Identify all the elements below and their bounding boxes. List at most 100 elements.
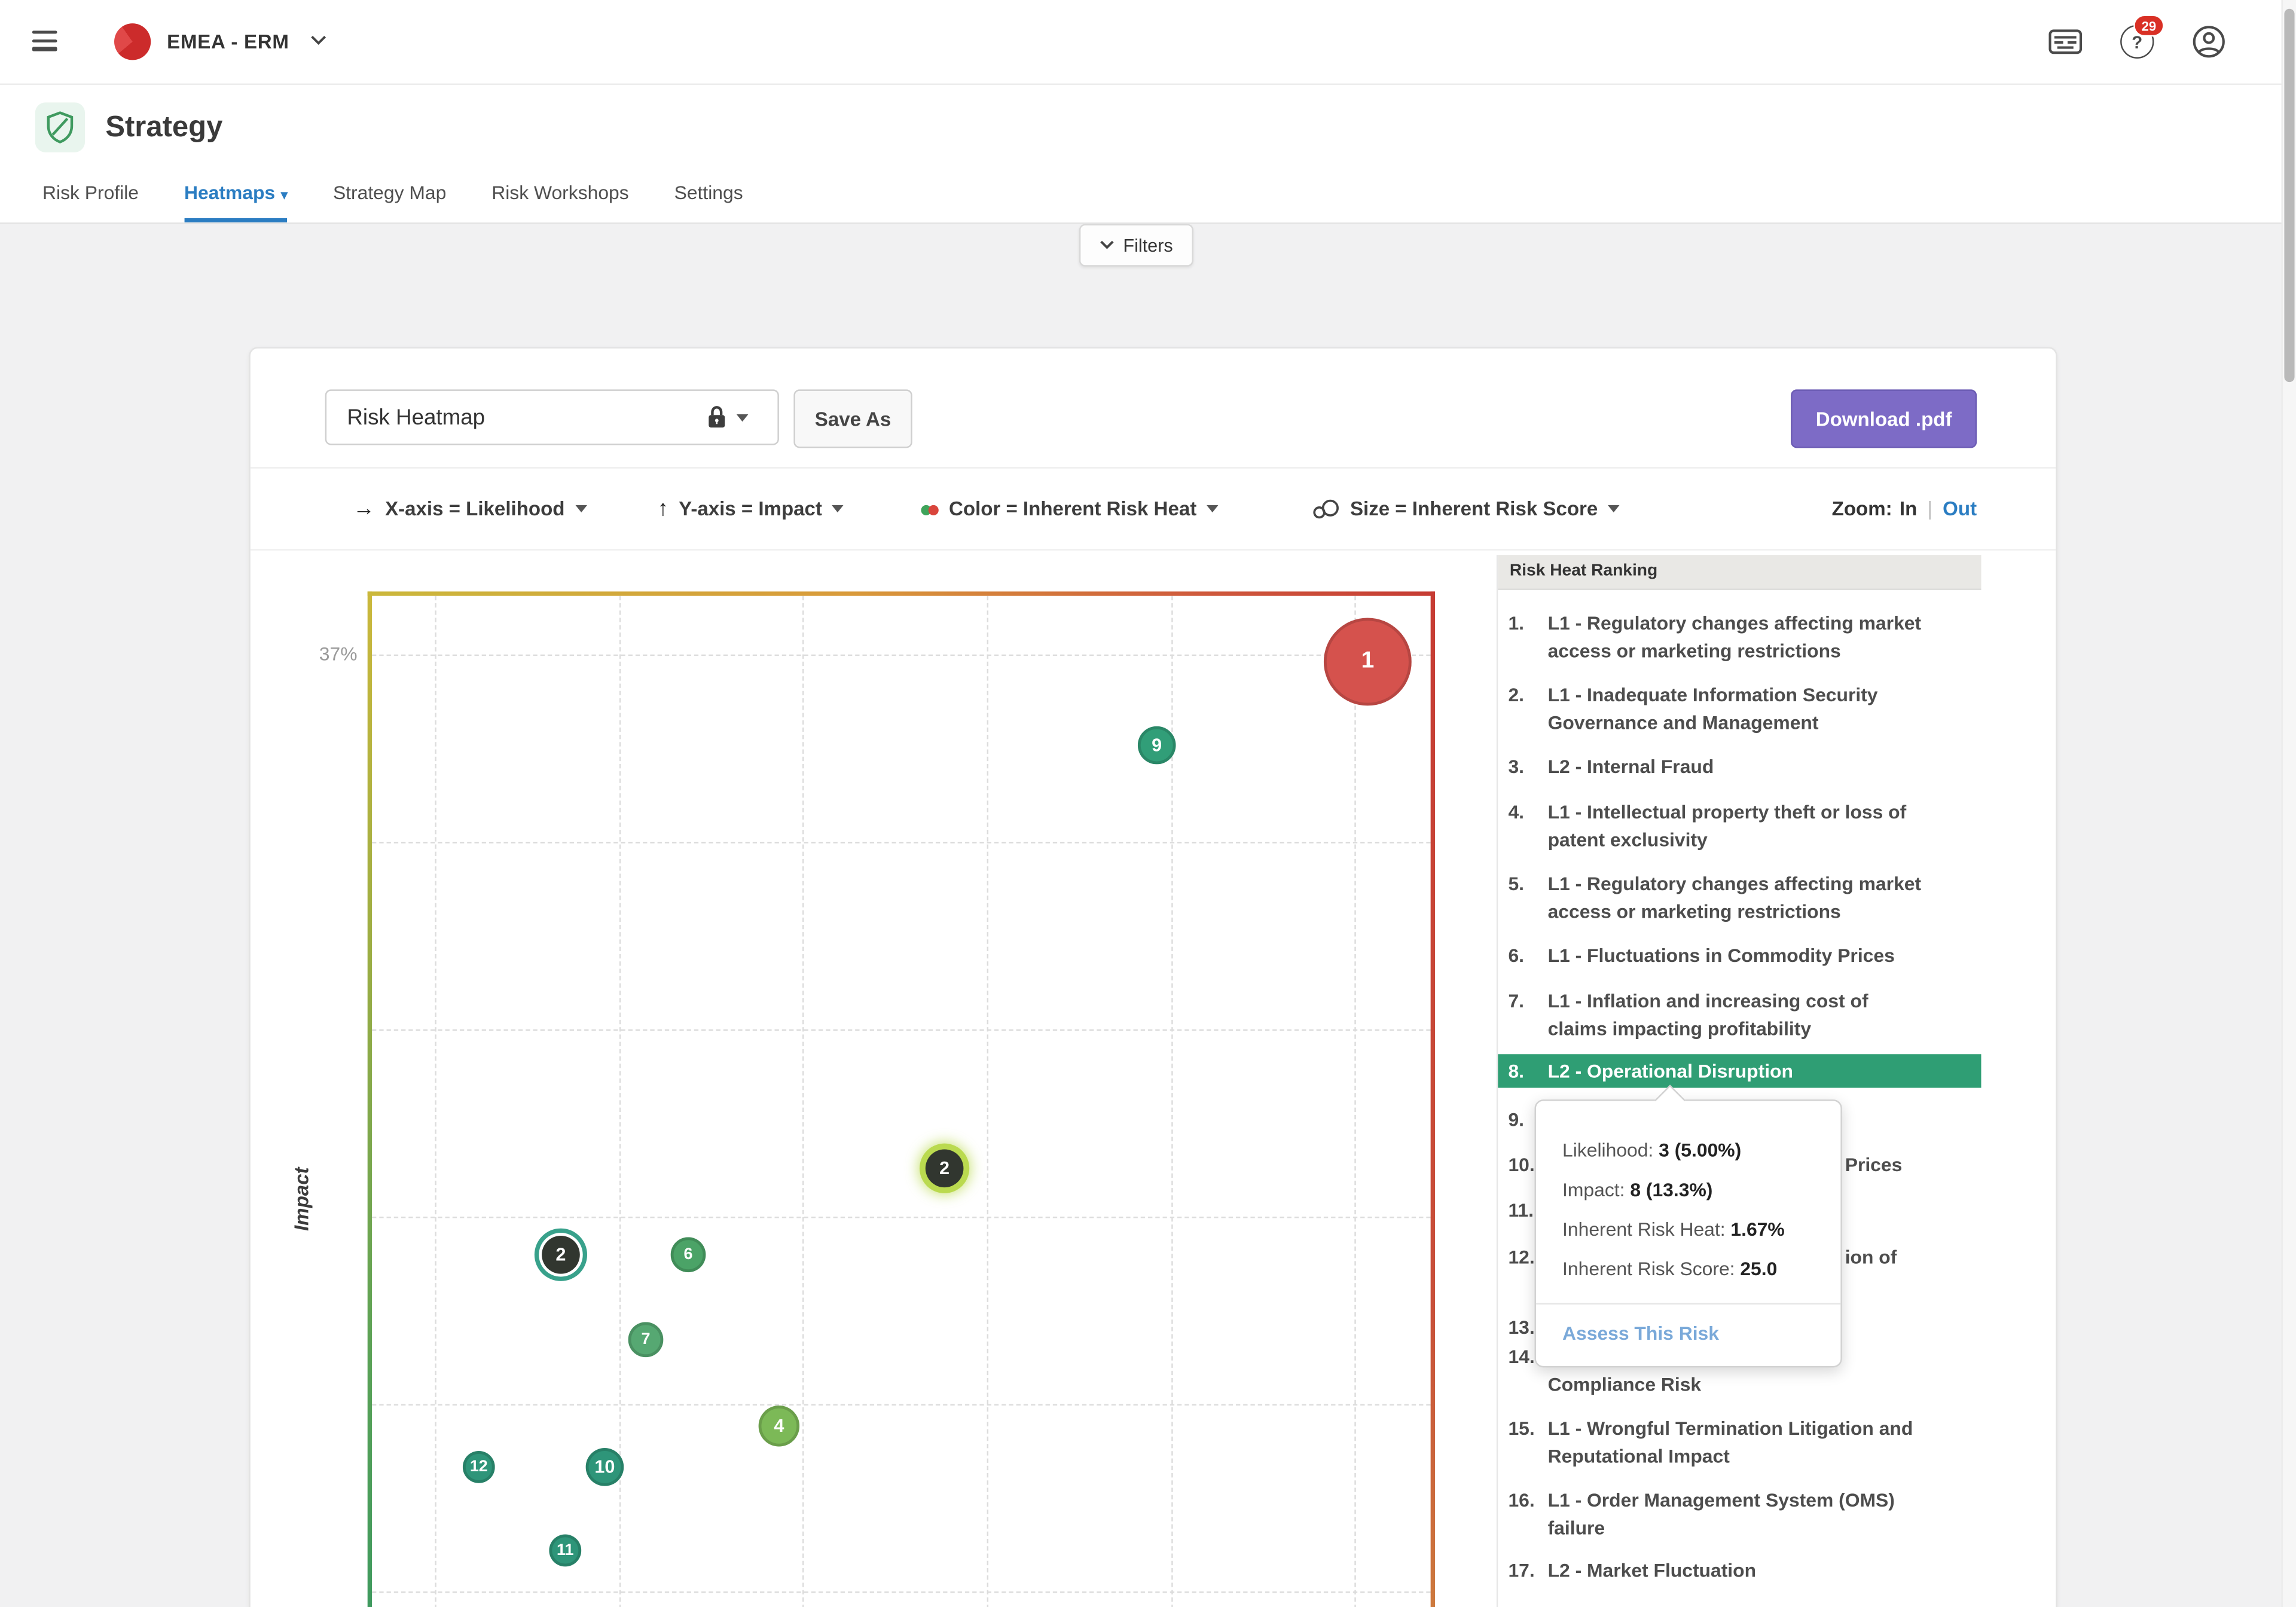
ranking-item-number: 7. (1508, 989, 1525, 1012)
tooltip-row: Impact: 8 (13.3%) (1562, 1178, 1713, 1201)
ranking-item-1[interactable]: 1. L1 - Regulatory changes affecting mark… (1498, 590, 1981, 665)
filters-button[interactable]: Filters (1079, 224, 1193, 267)
bubble-size-icon (1312, 499, 1340, 519)
ranking-item-text: L1 - Inadequate Information Security Gov… (1547, 683, 1878, 734)
lock-icon (709, 406, 725, 428)
tab-strategy-map[interactable]: Strategy Map (333, 182, 446, 223)
risk-bubble-9[interactable]: 9 (1137, 726, 1176, 765)
risk-bubble-4[interactable]: 4 (758, 1406, 800, 1447)
risk-bubble-7[interactable]: 7 (628, 1322, 664, 1358)
ranking-item-number: 17. (1508, 1559, 1535, 1581)
ranking-item-text: L2 - Market Fluctuation (1547, 1559, 1757, 1581)
notification-badge: 29 (2133, 14, 2164, 37)
ranking-item-number: 5. (1508, 872, 1525, 895)
download-pdf-button[interactable]: Download .pdf (1791, 389, 1977, 448)
risk-bubble-11[interactable]: 11 (549, 1534, 582, 1567)
hamburger-menu-icon[interactable] (32, 30, 57, 51)
ranking-item-text: L1 - Regulatory changes affecting market… (1547, 872, 1922, 922)
ranking-item-text: L1 - Regulatory changes affecting market… (1547, 612, 1922, 662)
workspace-chevron-down-icon[interactable] (310, 35, 326, 45)
ranking-item-7[interactable]: 7. L1 - Inflation and increasing cost of … (1498, 969, 1981, 1042)
main-content: Filters Save As Download .pdf → X-axis =… (0, 224, 2283, 1607)
ranking-item-15[interactable]: 15. L1 - Wrongful Termination Litigation … (1498, 1398, 1981, 1470)
keyboard-icon[interactable] (2048, 29, 2083, 54)
ranking-item-text: L1 - Order Management System (OMS) failu… (1547, 1489, 1895, 1539)
page-scrollbar (2281, 0, 2296, 1607)
heatmap-card: Save As Download .pdf → X-axis = Likelih… (249, 347, 2057, 1607)
tooltip-row: Inherent Risk Heat: 1.67% (1562, 1218, 1785, 1241)
heatmaps-caret-icon: ▾ (280, 187, 288, 202)
zoom-in-link[interactable]: In (1900, 498, 1917, 520)
visibility-lock-dropdown[interactable] (707, 389, 749, 445)
size-selector[interactable]: Size = Inherent Risk Score (1312, 469, 1620, 549)
tab-risk-workshops[interactable]: Risk Workshops (491, 182, 628, 223)
arrow-up-icon: ↑ (657, 496, 668, 521)
ranking-item-16[interactable]: 16. L1 - Order Management System (OMS) fa… (1498, 1470, 1981, 1542)
save-as-button[interactable]: Save As (793, 389, 912, 448)
ranking-panel-title: Risk Heat Ranking (1498, 555, 1981, 590)
help-icon[interactable]: ? 29 (2120, 14, 2164, 59)
company-logo[interactable] (114, 23, 151, 60)
y-axis-tick-label: 37% (319, 643, 358, 665)
ranking-item-number: 8. (1508, 1060, 1525, 1082)
risk-tooltip: Likelihood: 3 (5.00%) Impact: 8 (13.3%) In… (1534, 1084, 1842, 1368)
ranking-item-5[interactable]: 5. L1 - Regulatory changes affecting mark… (1498, 854, 1981, 925)
risk-heatmap-page: EMEA - ERM ? 29 Strategy Risk Profile He… (0, 0, 2296, 1607)
ranking-item-4[interactable]: 4. L1 - Intellectual property theft or lo… (1498, 780, 1981, 853)
gridline-vertical (435, 595, 436, 1607)
ranking-item-2[interactable]: 2. L1 - Inadequate Information Security G… (1498, 665, 1981, 737)
plot-border-top (367, 591, 1436, 596)
y-axis-caret-icon (832, 505, 844, 513)
gridline-horizontal (372, 1404, 1431, 1406)
risk-bubble-10[interactable]: 10 (585, 1448, 624, 1486)
x-axis-selector[interactable]: → X-axis = Likelihood (353, 469, 587, 549)
color-selector[interactable]: Color = Inherent Risk Heat (921, 469, 1219, 549)
ranking-item-text: L2 - Internal Fraud (1547, 755, 1714, 778)
tooltip-row: Inherent Risk Score: 25.0 (1562, 1257, 1778, 1280)
tab-settings[interactable]: Settings (674, 182, 743, 223)
ranking-list: 1. L1 - Regulatory changes affecting mark… (1498, 590, 1981, 1584)
scrollbar-thumb[interactable] (2284, 8, 2295, 383)
zoom-controls: Zoom: In | Out (1831, 497, 1977, 520)
size-caret-icon (1608, 505, 1620, 513)
gridline-horizontal (372, 1217, 1431, 1218)
ranking-item-number: 6. (1508, 944, 1525, 967)
plot-border-right (1430, 591, 1436, 1607)
ranking-item-8[interactable]: 8. L2 - Operational Disruption (1498, 1054, 1981, 1088)
ranking-item-17[interactable]: 17. L2 - Market Fluctuation (1498, 1542, 1981, 1584)
risk-bubble-6[interactable]: 6 (670, 1237, 706, 1273)
ranking-item-number: 3. (1508, 755, 1525, 778)
page-title: Strategy (105, 111, 223, 144)
gridline-horizontal (372, 654, 1431, 656)
ranking-item-text: L1 - Wrongful Termination Litigation and… (1547, 1417, 1913, 1467)
arrow-right-icon: → (353, 496, 375, 521)
tab-heatmaps[interactable]: Heatmaps ▾ (184, 182, 288, 223)
filters-chevron-down-icon (1100, 240, 1114, 249)
ranking-item-text: L2 - Operational Disruption (1547, 1060, 1793, 1082)
risk-bubble-2[interactable]: 2 (542, 1235, 580, 1274)
account-icon[interactable] (2192, 25, 2225, 59)
workspace-name[interactable]: EMEA - ERM (167, 0, 289, 84)
gridline-vertical (802, 595, 804, 1607)
ranking-item-text: Prices (1845, 1153, 1903, 1176)
risk-bubble-1[interactable]: 1 (1323, 618, 1412, 706)
risk-heat-ranking-panel: Risk Heat Ranking 1. L1 - Regulatory chan… (1496, 555, 1981, 1607)
x-axis-caret-icon (575, 505, 587, 513)
ranking-item-3[interactable]: 3. L2 - Internal Fraud (1498, 737, 1981, 780)
risk-bubble-12[interactable]: 12 (462, 1450, 495, 1483)
assess-this-risk-link[interactable]: Assess This Risk (1536, 1304, 1840, 1366)
top-bar: EMEA - ERM ? 29 (0, 0, 2296, 85)
y-axis-selector[interactable]: ↑ Y-axis = Impact (658, 469, 844, 549)
ranking-item-text: L1 - Fluctuations in Commodity Prices (1547, 944, 1895, 967)
chart-controls-row: → X-axis = Likelihood ↑ Y-axis = Impact … (250, 467, 2056, 551)
gridline-vertical (1354, 595, 1356, 1607)
strategy-shield-icon (35, 102, 86, 152)
tooltip-row: Likelihood: 3 (5.00%) (1562, 1139, 1742, 1162)
ranking-item-number: 16. (1508, 1489, 1535, 1511)
zoom-out-link[interactable]: Out (1943, 498, 1977, 520)
ranking-item-6[interactable]: 6. L1 - Fluctuations in Commodity Prices (1498, 925, 1981, 969)
gridline-vertical (987, 595, 989, 1607)
gridline-horizontal (372, 1591, 1431, 1593)
tab-risk-profile[interactable]: Risk Profile (42, 182, 139, 223)
risk-bubble-2[interactable]: 2 (925, 1149, 964, 1188)
